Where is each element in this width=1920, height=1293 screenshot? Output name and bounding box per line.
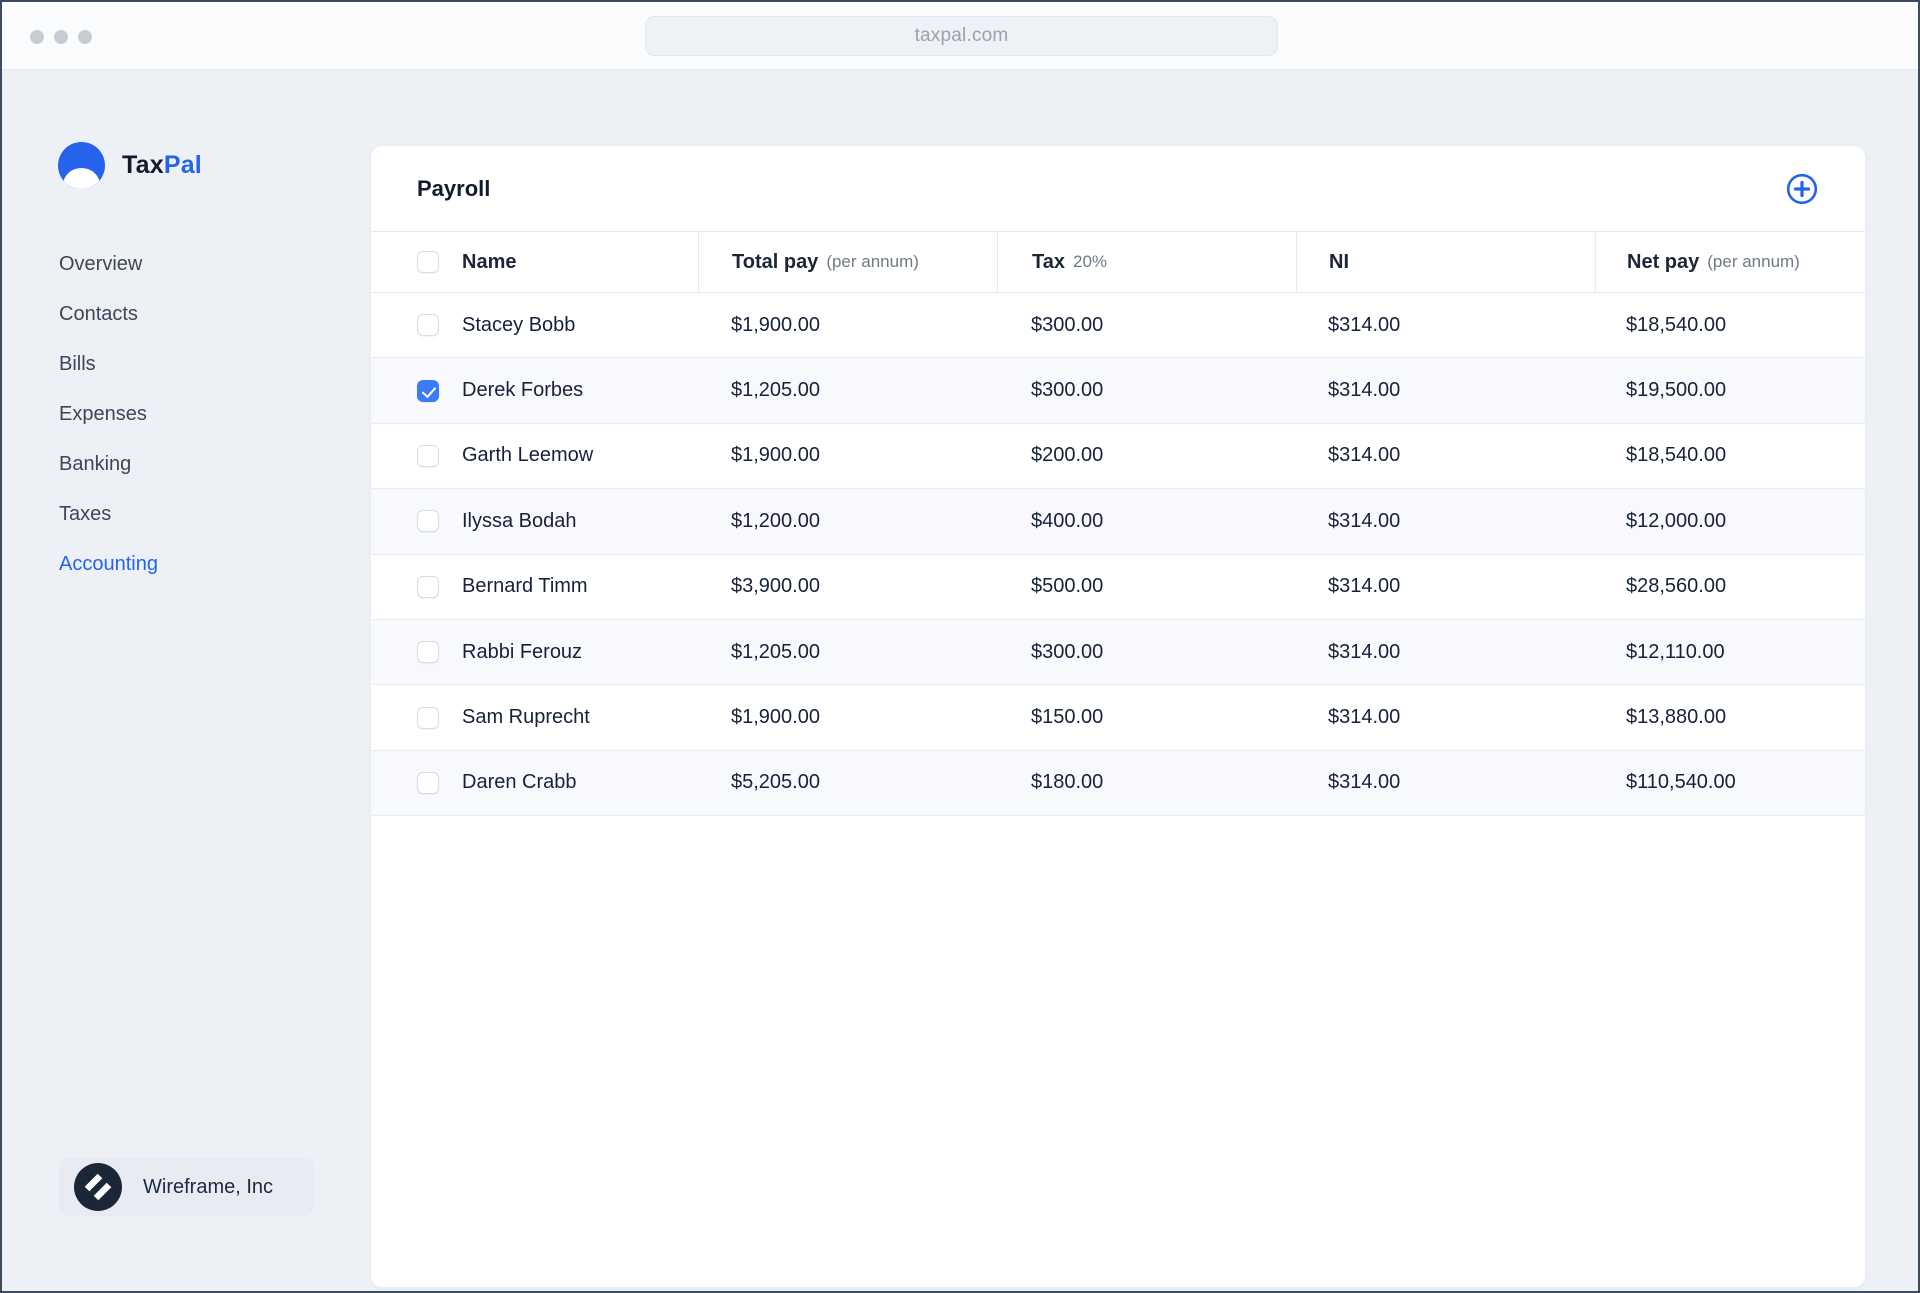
table-row[interactable]: Sam Ruprecht $1,900.00 $150.00 $314.00 $… — [371, 685, 1865, 751]
table-row[interactable]: Stacey Bobb $1,900.00 $300.00 $314.00 $1… — [371, 293, 1865, 359]
sidebar-item-expenses[interactable]: Expenses — [59, 402, 309, 426]
table-row[interactable]: Bernard Timm $3,900.00 $500.00 $314.00 $… — [371, 555, 1865, 620]
circle-plus-icon — [1786, 173, 1818, 205]
taxpal-logo-icon — [58, 142, 105, 189]
ni-value: $314.00 — [1328, 640, 1401, 663]
total-pay-value: $5,205.00 — [731, 771, 820, 794]
row-checkbox[interactable] — [417, 379, 439, 402]
tax-value: $300.00 — [1031, 640, 1104, 663]
url-bar[interactable]: taxpal.com — [645, 16, 1278, 56]
net-pay-value: $19,500.00 — [1626, 379, 1727, 402]
sidebar-item-taxes[interactable]: Taxes — [59, 502, 309, 526]
row-checkbox[interactable] — [417, 771, 439, 794]
ni-value: $314.00 — [1328, 444, 1401, 467]
total-pay-value: $1,900.00 — [731, 313, 820, 336]
net-pay-value: $110,540.00 — [1626, 771, 1736, 794]
ni-value: $314.00 — [1328, 575, 1401, 598]
window-control-dot-icon[interactable] — [30, 30, 44, 44]
wireframe-logo-icon — [74, 1163, 122, 1211]
card-header: Payroll — [371, 146, 1865, 231]
net-pay-value: $13,880.00 — [1626, 706, 1727, 729]
ni-value: $314.00 — [1328, 509, 1401, 532]
page-title: Payroll — [417, 175, 491, 201]
employee-name: Garth Leemow — [462, 444, 594, 467]
row-checkbox[interactable] — [417, 706, 439, 729]
table-body: Stacey Bobb $1,900.00 $300.00 $314.00 $1… — [371, 293, 1865, 817]
column-header-total-pay-sub: (per annum) — [826, 252, 919, 271]
row-checkbox[interactable] — [417, 575, 439, 598]
row-checkbox[interactable] — [417, 641, 439, 664]
net-pay-value: $12,110.00 — [1626, 640, 1725, 663]
table-row[interactable]: Derek Forbes $1,205.00 $300.00 $314.00 $… — [371, 358, 1865, 424]
browser-chrome: taxpal.com — [2, 2, 1918, 70]
add-employee-button[interactable] — [1785, 172, 1819, 206]
total-pay-value: $3,900.00 — [731, 575, 820, 598]
tax-value: $180.00 — [1031, 771, 1104, 794]
total-pay-value: $1,205.00 — [731, 379, 820, 402]
sidebar-nav: Overview Contacts Bills Expenses Banking… — [59, 252, 309, 602]
window-control-dot-icon[interactable] — [78, 30, 92, 44]
column-header-name: Name — [462, 250, 517, 273]
ni-value: $314.00 — [1328, 313, 1401, 336]
column-header-tax-sub: 20% — [1072, 252, 1108, 271]
tax-value: $150.00 — [1031, 706, 1104, 729]
table-row[interactable]: Garth Leemow $1,900.00 $200.00 $314.00 $… — [371, 424, 1865, 490]
brand-name: TaxPal — [122, 151, 202, 179]
net-pay-value: $28,560.00 — [1626, 575, 1727, 598]
row-checkbox[interactable] — [417, 444, 439, 467]
row-checkbox[interactable] — [417, 510, 439, 533]
employee-name: Daren Crabb — [462, 771, 577, 794]
select-all-checkbox[interactable] — [417, 251, 439, 273]
company-badge[interactable]: Wireframe, Inc — [59, 1158, 314, 1216]
tax-value: $200.00 — [1031, 444, 1104, 467]
company-name: Wireframe, Inc — [143, 1175, 274, 1198]
ni-value: $314.00 — [1328, 771, 1401, 794]
table-row[interactable]: Ilyssa Bodah $1,200.00 $400.00 $314.00 $… — [371, 489, 1865, 555]
window-controls — [30, 30, 92, 44]
employee-name: Rabbi Ferouz — [462, 640, 583, 663]
employee-name: Derek Forbes — [462, 379, 584, 402]
tax-value: $300.00 — [1031, 313, 1104, 336]
total-pay-value: $1,200.00 — [731, 509, 820, 532]
net-pay-value: $12,000.00 — [1626, 509, 1727, 532]
table-row[interactable]: Rabbi Ferouz $1,205.00 $300.00 $314.00 $… — [371, 619, 1865, 686]
column-header-total-pay: Total pay — [732, 250, 819, 273]
column-header-tax: Tax — [1032, 250, 1065, 273]
column-header-net-pay-sub: (per annum) — [1707, 252, 1800, 271]
url-text: taxpal.com — [914, 25, 1009, 46]
row-checkbox[interactable] — [417, 314, 439, 337]
tax-value: $400.00 — [1031, 509, 1104, 532]
employee-name: Stacey Bobb — [462, 313, 576, 336]
window-control-dot-icon[interactable] — [54, 30, 68, 44]
sidebar-item-contacts[interactable]: Contacts — [59, 302, 309, 326]
brand-logo[interactable]: TaxPal — [58, 142, 202, 189]
column-header-ni: NI — [1329, 250, 1349, 273]
total-pay-value: $1,900.00 — [731, 444, 820, 467]
sidebar-item-accounting[interactable]: Accounting — [59, 552, 309, 576]
payroll-card: Payroll Name Total pay (per annum) Tax 2… — [370, 145, 1866, 1288]
total-pay-value: $1,205.00 — [731, 640, 820, 663]
table-row[interactable]: Daren Crabb $5,205.00 $180.00 $314.00 $1… — [371, 750, 1865, 817]
total-pay-value: $1,900.00 — [731, 706, 820, 729]
tax-value: $300.00 — [1031, 379, 1104, 402]
employee-name: Bernard Timm — [462, 575, 588, 598]
net-pay-value: $18,540.00 — [1626, 313, 1727, 336]
sidebar-item-overview[interactable]: Overview — [59, 252, 309, 276]
sidebar-item-bills[interactable]: Bills — [59, 352, 309, 376]
ni-value: $314.00 — [1328, 706, 1401, 729]
net-pay-value: $18,540.00 — [1626, 444, 1727, 467]
sidebar-item-banking[interactable]: Banking — [59, 452, 309, 476]
table-header: Name Total pay (per annum) Tax 20% NI Ne… — [371, 231, 1865, 293]
ni-value: $314.00 — [1328, 379, 1401, 402]
employee-name: Sam Ruprecht — [462, 706, 590, 729]
tax-value: $500.00 — [1031, 575, 1104, 598]
employee-name: Ilyssa Bodah — [462, 509, 577, 532]
column-header-net-pay: Net pay — [1627, 250, 1700, 273]
